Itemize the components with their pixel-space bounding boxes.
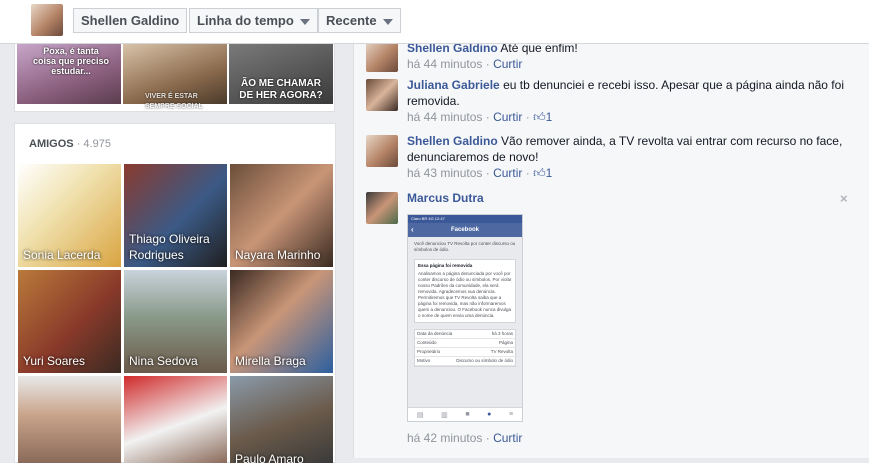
back-arrow-icon: ‹ — [411, 225, 414, 234]
friend-name: Sonia Lacerda — [23, 248, 101, 262]
friend-tile[interactable] — [124, 376, 227, 463]
thumbs-up-icon: 👍︎ — [533, 166, 546, 180]
like-link[interactable]: Curtir — [493, 57, 522, 71]
close-icon[interactable]: × — [840, 191, 848, 206]
timeline-label: Linha do tempo — [197, 13, 294, 28]
comment-time[interactable]: há 43 minutos — [407, 166, 482, 180]
comment-author[interactable]: Marcus Dutra — [407, 191, 484, 205]
phone-nav-bar: ‹ Facebook — [408, 223, 522, 237]
photo-caption: VIVER É ESTAR SEMPRE SOCIAL — [145, 93, 203, 110]
row-key: Data da denúncia — [417, 331, 453, 336]
comment-time[interactable]: há 42 minutos — [407, 431, 482, 445]
news-feed-icon: ▤ — [416, 411, 424, 419]
like-link[interactable]: Curtir — [493, 431, 522, 445]
menu-icon: ≡ — [509, 411, 514, 418]
thumbs-up-icon: 👍︎ — [533, 110, 546, 124]
row-value: há 3 horas — [491, 331, 513, 336]
photo-caption: Poxa, é tanta coisa que preciso estudar.… — [32, 46, 110, 76]
timeline-dropdown[interactable]: Linha do tempo — [189, 8, 318, 33]
report-box-title: Essa página foi removida — [418, 263, 473, 268]
phone-status-bar: Claro BR 4G 12:47 — [408, 215, 522, 223]
messages-icon: ■ — [465, 411, 470, 418]
row-value: TV Revolta — [490, 349, 513, 354]
friend-tile[interactable]: Mirella Braga — [230, 270, 333, 373]
friend-tile[interactable]: Nayara Marinho — [230, 164, 333, 267]
photo-thumbnail[interactable]: Poxa, é tanta coisa que preciso estudar.… — [17, 44, 121, 104]
photos-card: Poxa, é tanta coisa que preciso estudar.… — [14, 44, 335, 112]
friend-name: Yuri Soares — [23, 354, 86, 368]
friends-card: AMIGOS · 4.975 Sonia Lacerda Thiago Oliv… — [14, 123, 336, 463]
recent-label: Recente — [326, 13, 377, 28]
chevron-down-icon — [382, 18, 393, 25]
comment-avatar[interactable] — [366, 40, 398, 72]
like-link[interactable]: Curtir — [493, 166, 522, 180]
attached-screenshot[interactable]: Claro BR 4G 12:47 ‹ Facebook Você denunci… — [407, 214, 523, 422]
phone-title: Facebook — [450, 227, 479, 233]
report-row: Motivo Discurso ou símbolo de ódio — [415, 357, 515, 366]
photo-thumbnail[interactable]: ÃO ME CHAMAR DE HER AGORA? — [229, 44, 333, 104]
report-box: Essa página foi removida Analisamos a pá… — [414, 259, 516, 323]
comment-avatar[interactable] — [366, 79, 398, 111]
friends-count: · 4.975 — [76, 138, 111, 150]
comment-time[interactable]: há 44 minutos — [407, 110, 482, 124]
photo-caption: ÃO ME CHAMAR DE HER AGORA? — [239, 78, 323, 101]
phone-tab-bar: ▤ ▥ ■ ● ≡ — [408, 407, 522, 421]
report-row: Proprietário TV Revolta — [415, 348, 515, 357]
friend-tile[interactable]: Yuri Soares — [18, 270, 121, 373]
friend-name: Paulo Amaro — [235, 452, 304, 463]
like-link[interactable]: Curtir — [493, 110, 522, 124]
photo-thumbnail[interactable]: VIVER É ESTAR SEMPRE SOCIAL — [123, 44, 227, 110]
chevron-down-icon — [299, 18, 310, 25]
profile-name-button[interactable]: Shellen Galdino — [73, 8, 188, 33]
report-row: Conteúdo Página — [415, 339, 515, 348]
row-key: Proprietário — [417, 349, 441, 354]
row-key: Motivo — [417, 358, 431, 363]
comment-author[interactable]: Juliana Gabriele — [407, 78, 500, 92]
row-key: Conteúdo — [417, 340, 437, 345]
friend-name: Nayara Marinho — [235, 248, 321, 262]
comment-avatar[interactable] — [366, 135, 398, 167]
top-bar: Shellen Galdino Linha do tempo Recente — [0, 0, 869, 44]
left-column: Poxa, é tanta coisa que preciso estudar.… — [0, 44, 350, 463]
friend-tile[interactable]: Paulo Amaro — [230, 376, 333, 463]
report-row: Data da denúncia há 3 horas — [415, 330, 515, 339]
friend-name: Thiago Oliveira Rodrigues — [129, 232, 210, 262]
comments-panel: Shellen Galdino Até que enfim! há 44 min… — [353, 40, 869, 458]
like-count[interactable]: 1 — [546, 166, 553, 180]
recent-dropdown[interactable]: Recente — [318, 8, 401, 33]
report-box-text: Analisamos a página denunciada por você … — [418, 271, 512, 318]
friend-tile[interactable] — [18, 376, 121, 463]
friends-heading[interactable]: AMIGOS · 4.975 — [29, 138, 111, 150]
like-count[interactable]: 1 — [546, 110, 553, 124]
globe-icon: ● — [487, 411, 492, 418]
comment-avatar[interactable] — [366, 192, 398, 224]
friend-name: Nina Sedova — [129, 354, 198, 368]
friend-tile[interactable]: Nina Sedova — [124, 270, 227, 373]
row-value: Página — [498, 340, 513, 345]
profile-avatar[interactable] — [31, 4, 63, 36]
friend-tile[interactable]: Sonia Lacerda — [18, 164, 121, 267]
comment-author[interactable]: Shellen Galdino — [407, 134, 498, 148]
row-value: Discurso ou símbolo de ódio — [456, 358, 513, 363]
friend-name: Mirella Braga — [235, 354, 306, 368]
report-details: Data da denúncia há 3 horas Conteúdo Págin… — [414, 329, 516, 367]
friends-title: AMIGOS — [29, 138, 74, 150]
report-intro: Você denunciou TV Revolta por conter dis… — [414, 241, 516, 252]
friend-tile[interactable]: Thiago Oliveira Rodrigues — [124, 164, 227, 267]
friends-icon: ▥ — [441, 411, 448, 419]
comment-time[interactable]: há 44 minutos — [407, 57, 482, 71]
